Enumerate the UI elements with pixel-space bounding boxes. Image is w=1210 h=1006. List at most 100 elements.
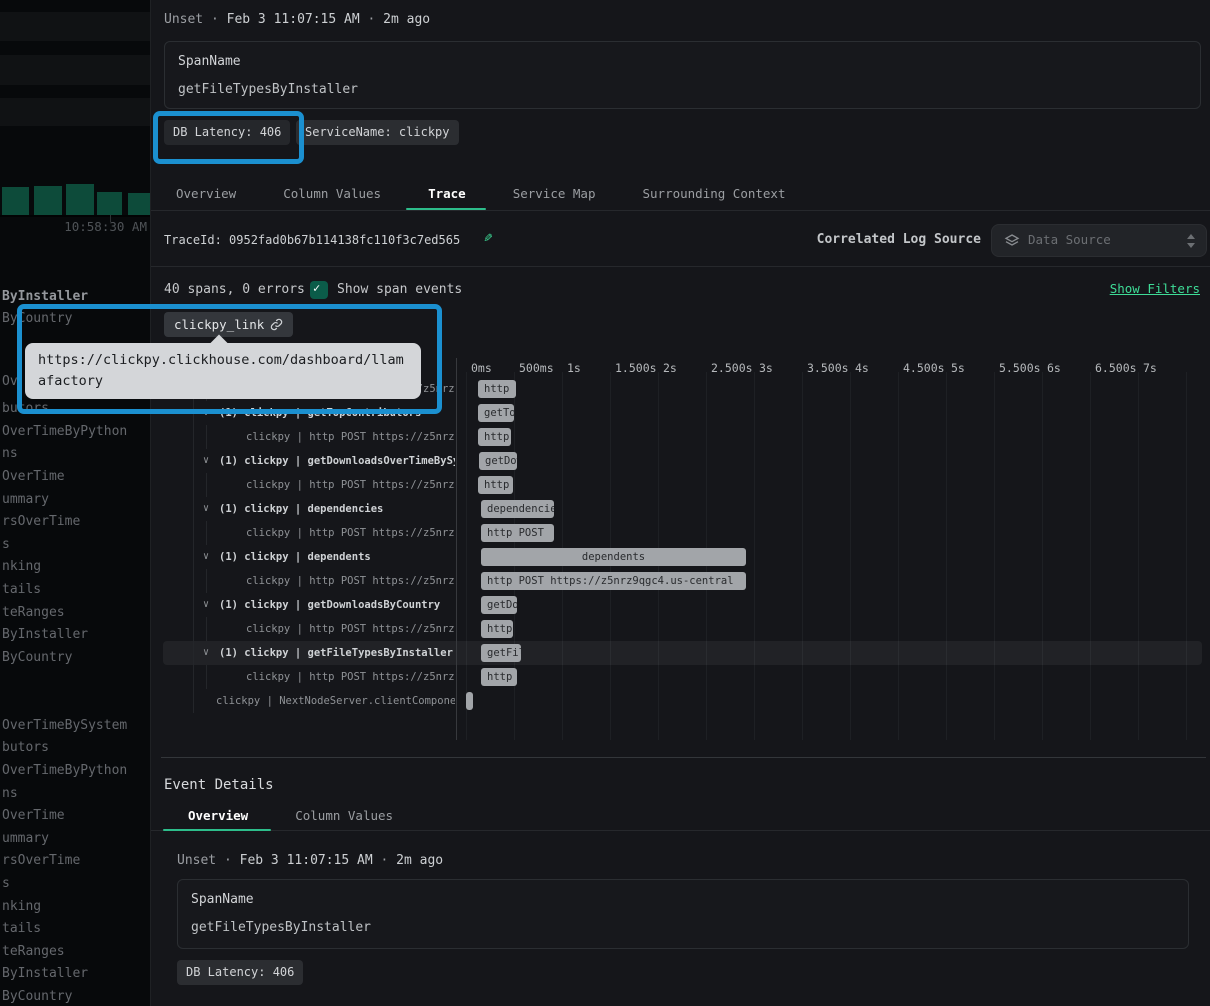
time-axis-label: 4.500s bbox=[903, 361, 945, 375]
time-gridline bbox=[850, 372, 851, 740]
span-row-name[interactable]: (1) clickpy | getDownloadsOverTimeBySyst… bbox=[219, 449, 455, 473]
background-list-item[interactable]: rsOverTime bbox=[2, 853, 80, 868]
background-list-item[interactable]: s bbox=[2, 876, 10, 891]
show-span-events-label: Show span events bbox=[337, 282, 462, 297]
background-list-item[interactable]: ummary bbox=[2, 831, 49, 846]
clickpy-link-chip[interactable]: clickpy_link bbox=[164, 312, 293, 337]
span-row-name[interactable]: (1) clickpy | getTopContributors bbox=[219, 401, 421, 425]
span-row-name[interactable]: clickpy | http POST https://z5nrz9qgc4.u… bbox=[246, 617, 455, 641]
background-list-item[interactable]: ByCountry bbox=[2, 989, 72, 1004]
db-latency-badge[interactable]: DB Latency: 406 bbox=[164, 120, 290, 145]
background-list-item[interactable]: butors bbox=[2, 740, 49, 755]
show-filters-link[interactable]: Show Filters bbox=[1110, 281, 1200, 296]
chevron-down-icon[interactable]: ∨ bbox=[203, 545, 209, 569]
chevron-down-icon[interactable]: ∨ bbox=[203, 593, 209, 617]
span-duration-bar[interactable]: http POST bbox=[478, 380, 516, 398]
span-row-name[interactable]: (1) clickpy | dependents bbox=[219, 545, 371, 569]
background-list-item[interactable]: ByInstaller bbox=[2, 289, 88, 304]
span-row-name[interactable]: clickpy | http POST https://z5nrz9qgc4.u… bbox=[246, 473, 455, 497]
tab-overview[interactable]: Overview bbox=[176, 186, 236, 201]
service-name-badge[interactable]: ServiceName: clickpy bbox=[296, 120, 459, 145]
correlated-log-source-label: Correlated Log Source bbox=[817, 232, 981, 247]
tree-guide bbox=[206, 521, 207, 545]
background-table-row bbox=[0, 12, 150, 41]
span-duration-bar[interactable]: getTopContributors bbox=[478, 404, 514, 422]
trace-flyout-screen: 10:58:30 AM ByInstallerByCountryOvbutors… bbox=[0, 0, 1210, 1006]
event-details-db-latency-badge[interactable]: DB Latency: 406 bbox=[177, 960, 303, 985]
span-row-name[interactable]: clickpy | http POST https://z5nrz9qgc4.u… bbox=[246, 665, 455, 689]
clickpy-link-label: clickpy_link bbox=[174, 317, 264, 332]
histogram-bar bbox=[2, 187, 29, 215]
time-gridline bbox=[466, 372, 467, 740]
histogram-time-label: 10:58:30 AM bbox=[64, 219, 147, 234]
time-axis-label: 6s bbox=[1047, 361, 1061, 375]
event-details-header: Unset · Feb 3 11:07:15 AM · 2m ago bbox=[177, 853, 443, 868]
span-duration-bar[interactable]: getDownloadsOverTimeBySystem bbox=[479, 452, 517, 470]
background-list-item[interactable]: nking bbox=[2, 899, 41, 914]
background-list-item[interactable]: OverTime bbox=[2, 808, 65, 823]
tabs-divider bbox=[151, 210, 1210, 211]
span-duration-bar[interactable]: http POST bbox=[481, 620, 513, 638]
span-duration-bar[interactable]: http POST bbox=[481, 524, 554, 542]
span-duration-bar[interactable]: getDownloadsByCountry bbox=[481, 596, 517, 614]
event-details-span-card: SpanName getFileTypesByInstaller bbox=[177, 879, 1189, 949]
background-list-item[interactable]: ByCountry bbox=[2, 311, 72, 326]
tree-guide bbox=[206, 665, 207, 689]
background-list-item[interactable]: tails bbox=[2, 921, 41, 936]
time-gridline bbox=[754, 372, 755, 740]
span-row-name[interactable]: (1) clickpy | getDownloadsByCountry bbox=[219, 593, 440, 617]
event-details-tabs: Overview Column Values bbox=[188, 808, 393, 823]
link-url-tooltip: https://clickpy.clickhouse.com/dashboard… bbox=[25, 343, 421, 399]
chevron-down-icon[interactable]: ∨ bbox=[203, 449, 209, 473]
histogram-bar bbox=[97, 192, 122, 215]
background-list-item[interactable]: ByInstaller bbox=[2, 966, 88, 981]
span-row-name[interactable]: clickpy | NextNodeServer.clientComponent… bbox=[216, 689, 455, 713]
span-duration-bar[interactable]: http POST bbox=[478, 476, 513, 494]
background-list-item[interactable]: ns bbox=[2, 786, 18, 801]
span-duration-bar[interactable] bbox=[466, 692, 473, 710]
event-header: Unset · Feb 3 11:07:15 AM · 2m ago bbox=[164, 12, 430, 27]
data-source-select[interactable]: Data Source bbox=[991, 224, 1207, 257]
span-duration-bar[interactable]: getFileTypesByInstaller bbox=[481, 644, 521, 662]
span-duration-bar[interactable]: http POST bbox=[481, 668, 517, 686]
tab-trace[interactable]: Trace bbox=[428, 186, 466, 201]
span-row-name[interactable]: clickpy | http POST https://z5nrz9qgc4.u… bbox=[246, 521, 455, 545]
show-span-events-checkbox[interactable]: ✓ bbox=[310, 281, 328, 299]
layers-icon bbox=[1004, 233, 1020, 249]
span-duration-bar[interactable]: http POST bbox=[478, 428, 511, 446]
status-label: Unset bbox=[164, 12, 203, 27]
tab-overview[interactable]: Overview bbox=[188, 808, 248, 823]
span-name-value: getFileTypesByInstaller bbox=[178, 82, 358, 97]
tab-column-values[interactable]: Column Values bbox=[283, 186, 381, 201]
background-list-item[interactable]: teRanges bbox=[2, 944, 65, 959]
chevron-down-icon[interactable]: ∨ bbox=[203, 401, 209, 425]
edit-pencil-icon[interactable]: ✎ bbox=[484, 230, 492, 246]
trace-header-divider bbox=[151, 266, 1210, 267]
histogram-bar bbox=[128, 193, 150, 215]
time-axis-label: 0ms bbox=[471, 361, 492, 375]
time-axis-label: 500ms bbox=[519, 361, 554, 375]
status-label: Unset bbox=[177, 853, 216, 868]
span-name-key: SpanName bbox=[178, 54, 241, 69]
tab-column-values[interactable]: Column Values bbox=[295, 808, 393, 823]
span-row-name[interactable]: (1) clickpy | getFileTypesByInstaller bbox=[219, 641, 453, 665]
span-name-card: SpanName getFileTypesByInstaller bbox=[164, 41, 1201, 109]
tree-guide bbox=[206, 425, 207, 449]
span-duration-bar[interactable]: http POST https://z5nrz9qgc4.us-central bbox=[481, 572, 746, 590]
detail-tabs: Overview Column Values Trace Service Map Sur… bbox=[176, 186, 786, 201]
tab-service-map[interactable]: Service Map bbox=[513, 186, 596, 201]
section-divider bbox=[161, 757, 1206, 758]
dot-separator: · bbox=[224, 853, 232, 868]
time-gridline bbox=[1186, 372, 1187, 740]
background-list-item[interactable]: OverTimeByPython bbox=[2, 763, 127, 778]
tab-surrounding-context[interactable]: Surrounding Context bbox=[643, 186, 786, 201]
span-duration-bar[interactable]: dependents bbox=[481, 548, 746, 566]
span-duration-bar[interactable]: dependencies bbox=[481, 500, 554, 518]
time-axis-label: 7s bbox=[1143, 361, 1157, 375]
chevron-down-icon[interactable]: ∨ bbox=[203, 641, 209, 665]
span-row-name[interactable]: clickpy | http POST https://z5nrz9qgc4.u… bbox=[246, 425, 455, 449]
span-row-name[interactable]: clickpy | http POST https://z5nrz9qgc4.u… bbox=[246, 569, 455, 593]
span-name-key: SpanName bbox=[191, 892, 254, 907]
chevron-down-icon[interactable]: ∨ bbox=[203, 497, 209, 521]
span-row-name[interactable]: (1) clickpy | dependencies bbox=[219, 497, 383, 521]
